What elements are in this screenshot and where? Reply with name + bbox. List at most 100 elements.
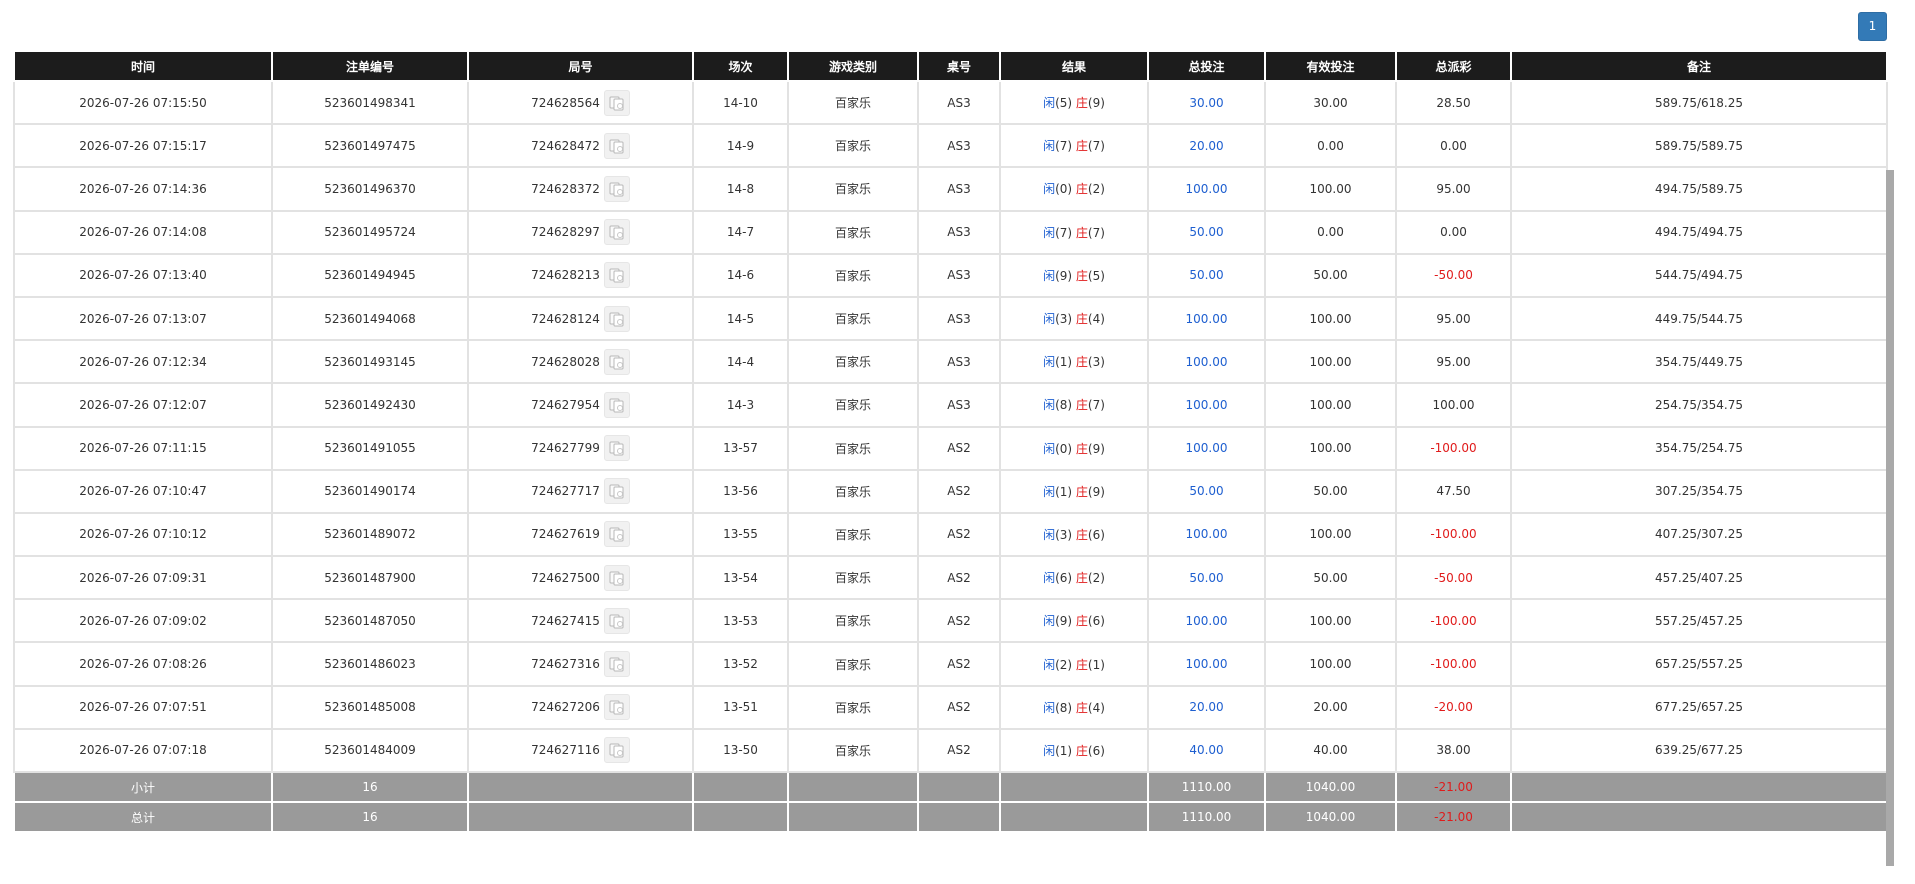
player-label: 闲 [1043, 139, 1056, 154]
player-label: 闲 [1043, 268, 1056, 283]
table-row: 2026-07-26 07:13:40 523601494945 7246282… [13, 252, 1888, 298]
cell-table-no: AS2 [917, 684, 1001, 730]
round-number: 724627717 [531, 484, 600, 499]
banker-score: (2) [1087, 182, 1105, 197]
card-replay-icon[interactable] [603, 132, 630, 159]
cell-result: 闲(8) 庄(4) [999, 684, 1149, 730]
player-score: (9) [1055, 614, 1073, 629]
cell-bet-id: 523601496370 [271, 166, 469, 212]
col-header-session: 场次 [692, 50, 789, 82]
col-header-bet-id: 注单编号 [271, 50, 469, 82]
cell-note: 589.75/589.75 [1510, 123, 1888, 169]
cell-time: 2026-07-26 07:10:12 [13, 511, 273, 558]
card-replay-icon[interactable] [603, 435, 630, 462]
cell-round: 724628564 [467, 79, 694, 126]
cell-session: 14-8 [692, 166, 789, 212]
cell-result: 闲(1) 庄(9) [999, 468, 1149, 514]
card-replay-icon[interactable] [603, 651, 630, 678]
cell-valid-bet: 30.00 [1264, 79, 1397, 126]
card-replay-icon[interactable] [603, 694, 630, 721]
cell-game-type: 百家乐 [787, 555, 919, 601]
player-score: (1) [1055, 355, 1073, 370]
cell-valid-bet: 100.00 [1264, 598, 1397, 644]
card-replay-icon[interactable] [603, 305, 630, 332]
pagination-page-1[interactable]: 1 [1858, 12, 1887, 41]
cell-total-bet: 100.00 [1147, 641, 1266, 687]
card-replay-icon[interactable] [603, 348, 630, 375]
banker-score: (3) [1087, 355, 1105, 370]
table-row: 2026-07-26 07:13:07 523601494068 7246281… [13, 295, 1888, 342]
cell-session: 14-5 [692, 295, 789, 342]
cell-valid-bet: 100.00 [1264, 295, 1397, 342]
player-score: (2) [1055, 657, 1073, 672]
footer-empty [1510, 771, 1888, 803]
cell-session: 13-56 [692, 468, 789, 514]
cell-game-type: 百家乐 [787, 209, 919, 255]
cell-payout: 0.00 [1395, 123, 1512, 169]
footer-payout: -21.00 [1395, 771, 1512, 803]
vertical-scrollbar[interactable] [1886, 170, 1894, 866]
cell-payout: 95.00 [1395, 339, 1512, 385]
banker-label: 庄 [1075, 355, 1088, 370]
cell-result: 闲(1) 庄(6) [999, 727, 1149, 774]
card-replay-icon[interactable] [603, 219, 630, 246]
banker-label: 庄 [1075, 139, 1088, 154]
footer-empty [999, 801, 1149, 833]
cell-result: 闲(6) 庄(2) [999, 555, 1149, 601]
cell-session: 13-52 [692, 641, 789, 687]
player-label: 闲 [1043, 657, 1056, 672]
banker-label: 庄 [1075, 268, 1088, 283]
cell-time: 2026-07-26 07:07:18 [13, 727, 273, 774]
cell-payout: 100.00 [1395, 382, 1512, 428]
cell-bet-id: 523601484009 [271, 727, 469, 774]
card-replay-icon[interactable] [603, 89, 630, 116]
cell-result: 闲(8) 庄(7) [999, 382, 1149, 428]
player-score: (8) [1055, 398, 1073, 413]
footer-row: 总计 16 1110.00 1040.00 -21.00 [13, 801, 1888, 833]
cell-payout: 28.50 [1395, 79, 1512, 126]
card-replay-icon[interactable] [603, 478, 630, 505]
cell-game-type: 百家乐 [787, 166, 919, 212]
round-number: 724627500 [531, 570, 600, 585]
card-replay-icon[interactable] [603, 391, 630, 418]
round-number: 724627954 [531, 397, 600, 412]
card-replay-icon[interactable] [603, 737, 630, 764]
cell-table-no: AS3 [917, 252, 1001, 298]
cell-note: 407.25/307.25 [1510, 511, 1888, 558]
banker-label: 庄 [1075, 700, 1088, 715]
card-replay-icon[interactable] [603, 175, 630, 202]
col-header-table-no: 桌号 [917, 50, 1001, 82]
cell-game-type: 百家乐 [787, 295, 919, 342]
card-replay-icon[interactable] [603, 607, 630, 634]
cell-time: 2026-07-26 07:15:17 [13, 123, 273, 169]
bet-records-page: 1 时间 注单编号 局号 场次 游戏类别 桌号 结果 总投注 有效投注 总派彩 … [0, 0, 1915, 884]
cell-game-type: 百家乐 [787, 425, 919, 471]
cell-payout: 95.00 [1395, 166, 1512, 212]
banker-label: 庄 [1075, 614, 1088, 629]
card-replay-icon[interactable] [603, 564, 630, 591]
col-header-round: 局号 [467, 50, 694, 82]
round-number: 724627116 [531, 743, 600, 758]
banker-label: 庄 [1075, 743, 1088, 758]
cell-valid-bet: 100.00 [1264, 641, 1397, 687]
cell-game-type: 百家乐 [787, 123, 919, 169]
table-row: 2026-07-26 07:10:12 523601489072 7246276… [13, 511, 1888, 558]
card-replay-icon[interactable] [603, 262, 630, 289]
footer-valid-bet: 1040.00 [1264, 771, 1397, 803]
cell-game-type: 百家乐 [787, 598, 919, 644]
banker-score: (7) [1087, 225, 1105, 240]
banker-score: (9) [1087, 484, 1105, 499]
cell-note: 254.75/354.75 [1510, 382, 1888, 428]
cell-note: 589.75/618.25 [1510, 79, 1888, 126]
cell-payout: -100.00 [1395, 641, 1512, 687]
cell-session: 13-54 [692, 555, 789, 601]
table-row: 2026-07-26 07:08:26 523601486023 7246273… [13, 641, 1888, 687]
card-replay-icon[interactable] [603, 521, 630, 548]
cell-note: 494.75/589.75 [1510, 166, 1888, 212]
cell-round: 724627116 [467, 727, 694, 774]
col-header-total-bet: 总投注 [1147, 50, 1266, 82]
cell-note: 449.75/544.75 [1510, 295, 1888, 342]
footer-label: 总计 [13, 801, 273, 833]
cell-total-bet: 50.00 [1147, 468, 1266, 514]
cell-table-no: AS2 [917, 598, 1001, 644]
